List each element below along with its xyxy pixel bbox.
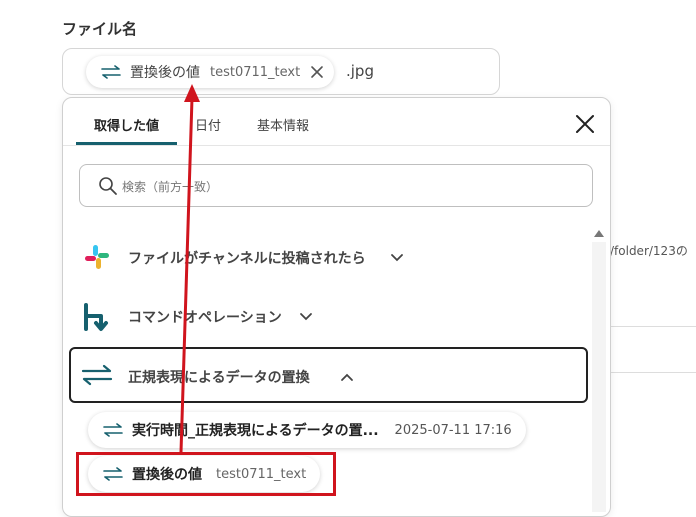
scrollbar-track[interactable] — [592, 242, 606, 512]
background-divider — [610, 372, 696, 373]
swap-arrows-icon — [103, 423, 123, 437]
chevron-down-icon[interactable] — [299, 312, 313, 322]
search-placeholder: 検索（前方一致） — [122, 180, 219, 194]
background-divider — [610, 326, 696, 327]
tab-retrieved-values[interactable]: 取得した値 — [94, 115, 159, 134]
tab-basic-info[interactable]: 基本情報 — [257, 115, 309, 134]
tab-divider — [63, 145, 610, 146]
command-operation-icon — [84, 303, 108, 331]
chip-name: 置換後の値 — [130, 65, 200, 81]
chevron-up-icon[interactable] — [340, 372, 354, 382]
close-icon[interactable] — [574, 113, 596, 135]
section-command-operation[interactable]: コマンドオペレーション — [128, 307, 282, 327]
section-regex-replace-label: 正規表現によるデータの置換 — [128, 370, 310, 386]
chip-value: test0711_text — [210, 64, 301, 80]
active-tab-indicator — [76, 142, 177, 145]
scroll-up-icon[interactable] — [593, 228, 605, 238]
result-name: 実行時間_正規表現によるデータの置... — [132, 423, 379, 439]
filename-label: ファイル名 — [62, 20, 138, 38]
filename-extension: .jpg — [346, 62, 374, 80]
remove-chip-icon[interactable] — [310, 65, 324, 79]
slack-icon — [85, 245, 109, 269]
search-icon — [99, 177, 117, 195]
inserted-value-chip[interactable]: 置換後の値 test0711_text — [86, 56, 335, 88]
tab-date[interactable]: 日付 — [195, 115, 221, 134]
result-chip-execution-time[interactable]: 実行時間_正規表現によるデータの置... 2025-07-11 17:16 — [88, 412, 526, 448]
annotation-highlight-box — [76, 452, 336, 496]
chevron-down-icon[interactable] — [390, 253, 404, 263]
result-value: 2025-07-11 17:16 — [394, 422, 512, 438]
swap-arrows-icon — [101, 65, 121, 79]
swap-arrows-icon — [81, 364, 113, 386]
background-path-text: /folder/123の — [610, 244, 688, 258]
section-slack-trigger[interactable]: ファイルがチャンネルに投稿されたら — [128, 248, 366, 268]
